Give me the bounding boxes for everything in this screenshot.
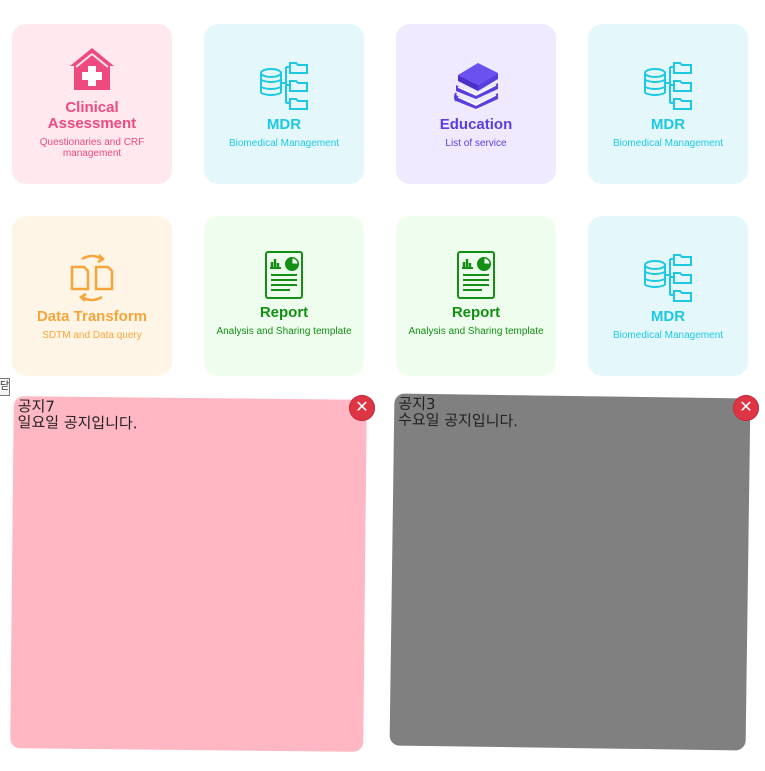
notice-body: 일요일 공지입니다. (17, 413, 138, 433)
card-title: Education (439, 116, 513, 133)
card-title: MDR (650, 116, 686, 133)
card-subtitle: Biomedical Management (228, 138, 340, 149)
card-title: Report (451, 304, 501, 321)
card-subtitle: Biomedical Management (612, 330, 724, 341)
database-tree-icon (642, 251, 694, 303)
card-title: Data Transform (36, 308, 148, 325)
close-icon[interactable]: ✕ (349, 395, 375, 421)
database-tree-icon (258, 59, 310, 111)
partial-button[interactable]: 닫 (0, 378, 10, 396)
card-mdr[interactable]: MDR Biomedical Management (204, 24, 364, 184)
card-data-transform[interactable]: Data Transform SDTM and Data query (12, 216, 172, 376)
transform-cycle-icon (66, 251, 118, 303)
report-document-icon (258, 249, 310, 301)
card-report[interactable]: Report Analysis and Sharing template (396, 216, 556, 376)
card-subtitle: Questionaries and CRF management (39, 136, 145, 159)
notice-card[interactable]: 공지7 일요일 공지입니다. (10, 396, 367, 752)
books-icon (450, 59, 502, 111)
close-icon[interactable]: ✕ (733, 395, 759, 421)
card-title: MDR (650, 308, 686, 325)
notice-card[interactable]: 공지3 수요일 공지입니다. (389, 393, 751, 751)
card-mdr[interactable]: MDR Biomedical Management (588, 24, 748, 184)
card-education[interactable]: Education List of service (396, 24, 556, 184)
card-title: MDR (266, 116, 302, 133)
card-title: Clinical Assessment (47, 98, 137, 132)
card-report[interactable]: Report Analysis and Sharing template (204, 216, 364, 376)
card-subtitle: SDTM and Data query (42, 330, 142, 341)
card-subtitle: Analysis and Sharing template (408, 326, 544, 337)
card-subtitle: List of service (445, 138, 507, 149)
card-mdr[interactable]: MDR Biomedical Management (588, 216, 748, 376)
card-subtitle: Biomedical Management (612, 138, 724, 149)
card-subtitle: Analysis and Sharing template (216, 326, 352, 337)
card-clinical-assessment[interactable]: Clinical Assessment Questionaries and CR… (12, 24, 172, 184)
house-plus-icon (66, 44, 118, 96)
card-title: Report (259, 304, 309, 321)
report-document-icon (450, 249, 502, 301)
database-tree-icon (642, 59, 694, 111)
